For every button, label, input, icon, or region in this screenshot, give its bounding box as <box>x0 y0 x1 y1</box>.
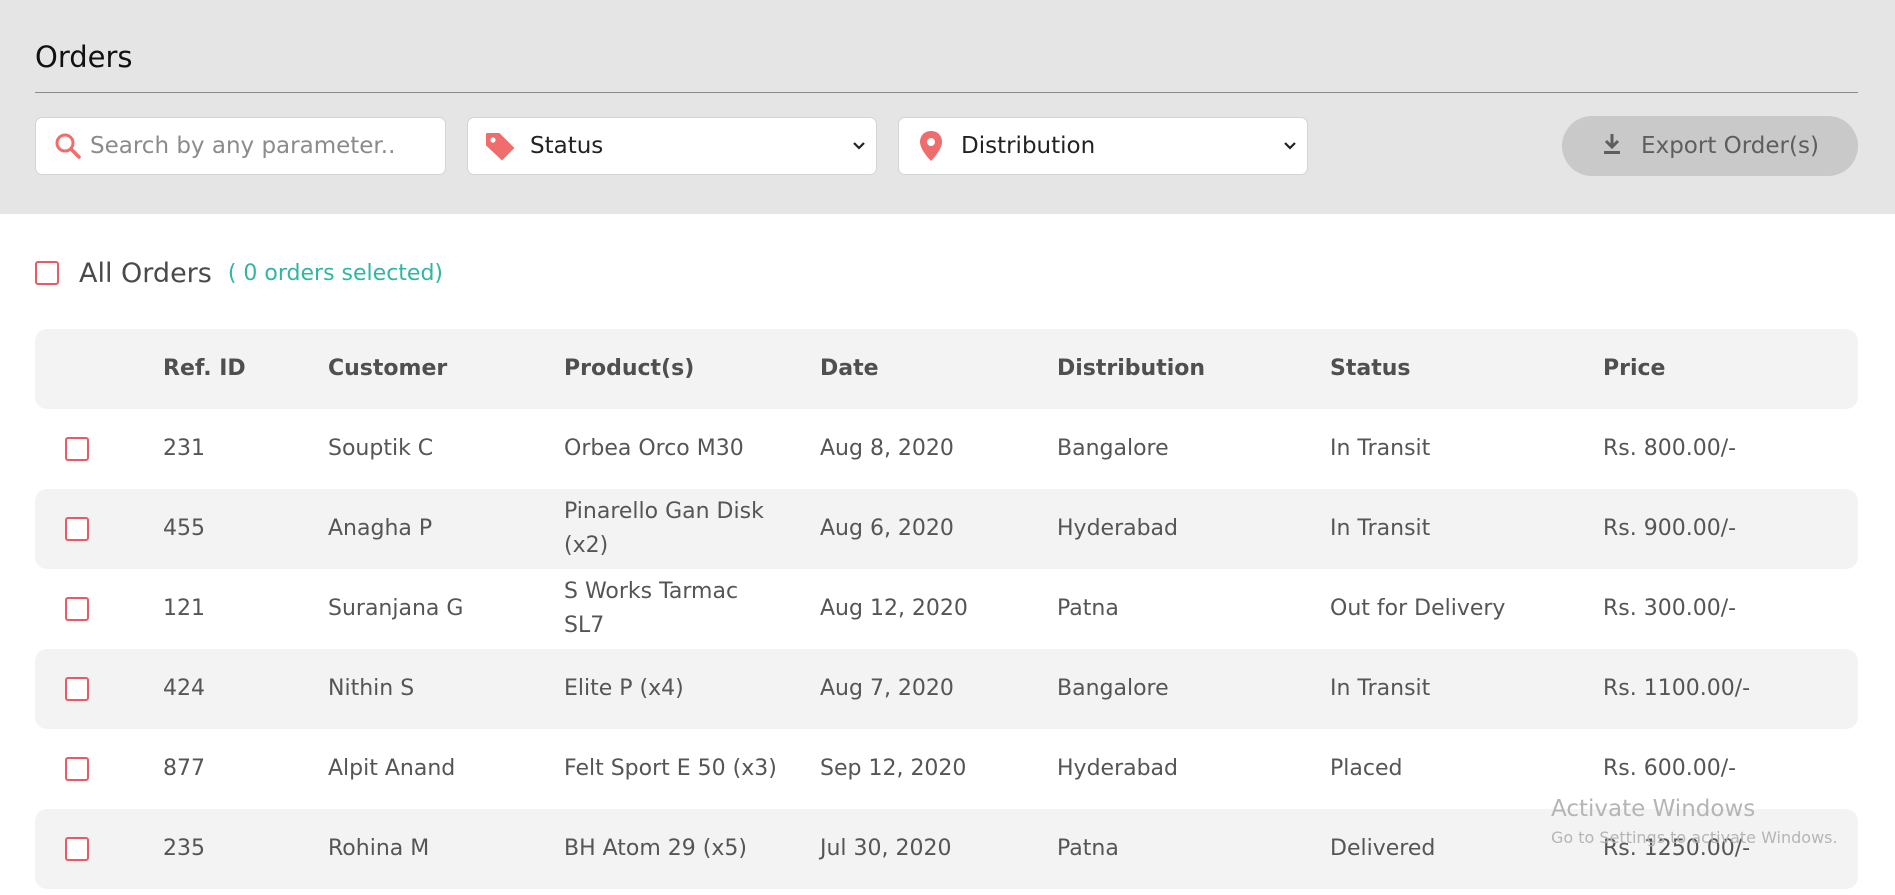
column-header-ref-id[interactable]: Ref. ID <box>163 329 246 409</box>
filter-header: Orders Search by any parameter.. Status … <box>0 0 1895 214</box>
distribution-cell: Hyderabad <box>1057 756 1178 781</box>
column-header-date[interactable]: Date <box>820 329 879 409</box>
distribution-dropdown-label: Distribution <box>961 133 1096 159</box>
customer-cell: Anagha P <box>328 516 433 541</box>
table-row[interactable]: 231 Souptik C Orbea Orco M30 Aug 8, 2020… <box>35 409 1858 489</box>
status-cell: In Transit <box>1330 436 1431 461</box>
table-row[interactable]: 121 Suranjana G S Works Tarmac SL7 Aug 1… <box>35 569 1858 649</box>
search-input[interactable]: Search by any parameter.. <box>35 117 446 175</box>
ref-id-cell: 231 <box>163 436 205 461</box>
watermark-title: Activate Windows <box>1551 796 1756 822</box>
row-checkbox[interactable] <box>65 677 89 701</box>
status-dropdown-label: Status <box>530 133 604 159</box>
date-cell: Sep 12, 2020 <box>820 756 967 781</box>
windows-activation-watermark: Activate Windows Go to Settings to activ… <box>1551 796 1838 847</box>
product-cell: Elite P (x4) <box>564 676 684 701</box>
table-row[interactable]: 455 Anagha P Pinarello Gan Disk (x2) Aug… <box>35 489 1858 569</box>
row-checkbox[interactable] <box>65 597 89 621</box>
date-cell: Aug 12, 2020 <box>820 596 968 621</box>
customer-cell: Alpit Anand <box>328 756 456 781</box>
price-cell: Rs. 1100.00/- <box>1603 676 1751 701</box>
chevron-down-icon <box>1277 141 1303 151</box>
price-cell: Rs. 300.00/- <box>1603 596 1737 621</box>
status-cell: Out for Delivery <box>1330 596 1506 621</box>
date-cell: Jul 30, 2020 <box>820 836 952 861</box>
column-header-status[interactable]: Status <box>1330 329 1410 409</box>
product-cell: S Works Tarmac SL7 <box>564 579 739 638</box>
status-cell: In Transit <box>1330 516 1431 541</box>
row-checkbox[interactable] <box>65 837 89 861</box>
customer-cell: Nithin S <box>328 676 415 701</box>
row-checkbox[interactable] <box>65 437 89 461</box>
product-cell: BH Atom 29 (x5) <box>564 836 747 861</box>
table-row[interactable]: 424 Nithin S Elite P (x4) Aug 7, 2020 Ba… <box>35 649 1858 729</box>
column-header-products[interactable]: Product(s) <box>564 329 784 409</box>
column-header-price[interactable]: Price <box>1603 329 1665 409</box>
distribution-cell: Bangalore <box>1057 676 1169 701</box>
search-icon <box>46 132 90 160</box>
date-cell: Aug 7, 2020 <box>820 676 954 701</box>
date-cell: Aug 6, 2020 <box>820 516 954 541</box>
ref-id-cell: 424 <box>163 676 205 701</box>
distribution-cell: Hyderabad <box>1057 516 1178 541</box>
ref-id-cell: 877 <box>163 756 205 781</box>
watermark-subtitle: Go to Settings to activate Windows. <box>1551 828 1838 847</box>
status-cell: Placed <box>1330 756 1403 781</box>
select-all-checkbox[interactable] <box>35 261 59 285</box>
export-orders-label: Export Order(s) <box>1641 133 1819 159</box>
customer-cell: Rohina M <box>328 836 430 861</box>
product-cell: Pinarello Gan Disk (x2) <box>564 499 764 558</box>
customer-cell: Suranjana G <box>328 596 464 621</box>
selection-bar: All Orders ( 0 orders selected) <box>35 257 443 289</box>
status-dropdown[interactable]: Status <box>467 117 877 175</box>
product-cell: Orbea Orco M30 <box>564 436 744 461</box>
table-header-row: Ref. ID Customer Product(s) Date Distrib… <box>35 329 1858 409</box>
column-header-customer[interactable]: Customer <box>328 329 447 409</box>
selected-count-label: ( 0 orders selected) <box>227 260 443 286</box>
tag-icon <box>478 130 522 162</box>
chevron-down-icon <box>846 141 872 151</box>
date-cell: Aug 8, 2020 <box>820 436 954 461</box>
column-header-distribution[interactable]: Distribution <box>1057 329 1205 409</box>
divider <box>35 92 1858 93</box>
customer-cell: Souptik C <box>328 436 434 461</box>
page-title: Orders <box>35 40 133 74</box>
row-checkbox[interactable] <box>65 517 89 541</box>
ref-id-cell: 235 <box>163 836 205 861</box>
distribution-dropdown[interactable]: Distribution <box>898 117 1308 175</box>
export-orders-button[interactable]: Export Order(s) <box>1562 116 1858 176</box>
ref-id-cell: 455 <box>163 516 205 541</box>
ref-id-cell: 121 <box>163 596 205 621</box>
status-cell: Delivered <box>1330 836 1436 861</box>
all-orders-label: All Orders <box>79 257 212 289</box>
row-checkbox[interactable] <box>65 757 89 781</box>
distribution-cell: Patna <box>1057 596 1119 621</box>
distribution-cell: Bangalore <box>1057 436 1169 461</box>
price-cell: Rs. 800.00/- <box>1603 436 1737 461</box>
download-icon <box>1601 132 1623 160</box>
distribution-cell: Patna <box>1057 836 1119 861</box>
product-cell: Felt Sport E 50 (x3) <box>564 756 777 781</box>
price-cell: Rs. 900.00/- <box>1603 516 1737 541</box>
search-placeholder: Search by any parameter.. <box>90 133 396 159</box>
location-pin-icon <box>909 130 953 162</box>
status-cell: In Transit <box>1330 676 1431 701</box>
